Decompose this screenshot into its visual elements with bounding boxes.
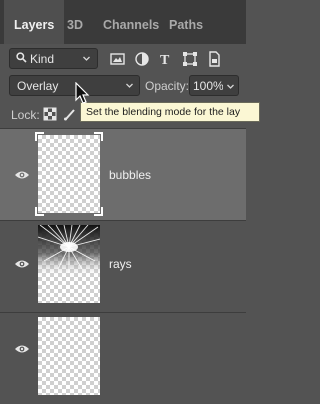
opacity-label: Opacity: [145, 79, 190, 93]
layer-thumbnail [35, 132, 103, 216]
svg-text:T: T [160, 53, 170, 68]
layer-name: bubbles [109, 168, 152, 182]
tab-paths[interactable]: Paths [169, 14, 203, 36]
lock-image-pixels-icon[interactable] [63, 107, 77, 121]
transparency-checkerboard [38, 317, 100, 395]
eye-icon[interactable] [14, 169, 30, 181]
mouse-cursor-icon [75, 82, 90, 104]
chevron-down-icon [227, 84, 234, 89]
layer-row-bubbles[interactable]: bubbles [0, 128, 246, 220]
opacity-input[interactable]: 100% [189, 75, 224, 96]
opacity-dropdown-button[interactable] [223, 75, 239, 96]
opacity-value: 100% [193, 79, 224, 93]
smart-object-filter-icon[interactable] [204, 49, 224, 69]
kind-filter-select[interactable]: Kind [9, 48, 98, 69]
layer-name: rays [109, 257, 132, 271]
tab-channels-label: Channels [103, 18, 160, 32]
layer-thumbnail [38, 317, 100, 395]
search-icon [16, 52, 27, 63]
tab-3d[interactable]: 3D [67, 14, 83, 36]
selected-thumbnail-corners [35, 132, 103, 216]
blend-mode-tooltip: Set the blending mode for the lay [80, 102, 260, 122]
layer-row-third[interactable] [0, 312, 246, 404]
tab-layers[interactable]: Layers [4, 0, 64, 45]
panel-tab-bar: Layers 3D Channels Paths [0, 0, 246, 45]
shape-filter-icon[interactable] [180, 49, 200, 69]
image-filter-icon[interactable] [108, 49, 128, 69]
eye-icon[interactable] [14, 343, 30, 355]
blend-mode-value: Overlay [17, 79, 59, 93]
layer-thumbnail [38, 225, 100, 303]
adjustment-filter-icon[interactable] [132, 49, 152, 69]
rays-thumbnail-art [38, 225, 100, 277]
chevron-down-icon [83, 56, 90, 61]
layers-list: bubbles rays [0, 128, 246, 404]
tab-layers-label: Layers [14, 18, 55, 32]
lock-label: Lock: [11, 108, 40, 122]
kind-filter-label: Kind [30, 52, 55, 66]
tab-paths-label: Paths [169, 18, 204, 32]
type-filter-icon[interactable]: T [156, 49, 176, 69]
lock-transparent-pixels-icon[interactable] [43, 107, 57, 121]
tab-channels[interactable]: Channels [103, 14, 159, 36]
eye-icon[interactable] [14, 258, 30, 270]
chevron-down-icon [126, 83, 133, 88]
tab-3d-label: 3D [67, 18, 83, 32]
layer-row-rays[interactable]: rays [0, 220, 246, 312]
